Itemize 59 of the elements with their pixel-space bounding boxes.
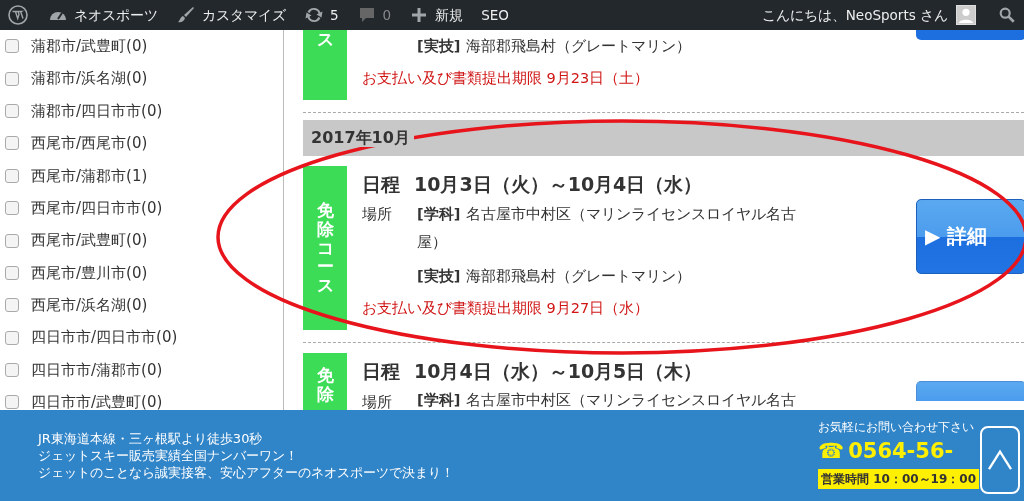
filter-label: 蒲郡市/武豊町(0) bbox=[31, 35, 148, 57]
filter-label: 西尾市/蒲郡市(1) bbox=[31, 165, 148, 187]
checkbox[interactable] bbox=[5, 103, 19, 118]
greeting-link[interactable]: こんにちは、NeoSports さん bbox=[761, 4, 948, 26]
banner-text: ジェットスキー販売実績全国ナンバーワン！ bbox=[38, 447, 298, 464]
filter-label: 西尾市/豊川市(0) bbox=[31, 262, 148, 284]
place-text: [学科] 名古屋市中村区（マリンライセンスロイヤル名古屋） bbox=[417, 205, 798, 253]
schedule-dates: 日程 10月3日（火）～10月4日（水） bbox=[362, 171, 704, 197]
checkbox[interactable] bbox=[5, 330, 19, 345]
scroll-top-button[interactable] bbox=[980, 426, 1020, 494]
toolbar-link[interactable]: ネオスポーツ bbox=[48, 4, 158, 26]
schedule-dates: 日程 10月4日（水）～10月5日（木） bbox=[362, 359, 704, 384]
toolbar-link[interactable]: 5 bbox=[304, 4, 339, 26]
course-tag: 免除コース bbox=[303, 165, 347, 331]
phone-icon: ☎ bbox=[818, 436, 845, 466]
wordpress-logo-icon[interactable] bbox=[8, 5, 28, 25]
filter-label: 西尾市/四日市市(0) bbox=[31, 197, 163, 219]
filter-label: 四日市市/蒲郡市(0) bbox=[31, 359, 163, 381]
checkbox[interactable] bbox=[5, 201, 19, 216]
checkbox[interactable] bbox=[5, 298, 19, 313]
checkbox[interactable] bbox=[5, 39, 19, 54]
toolbar-link[interactable]: 0 bbox=[356, 4, 392, 26]
toolbar-link[interactable]: SEO bbox=[481, 4, 509, 26]
deadline-text: お支払い及び書類提出期限 9月23日（土） bbox=[362, 69, 651, 88]
place-text: [実技] 海部郡飛島村（グレートマリン） bbox=[417, 267, 693, 287]
chevron-up-icon bbox=[986, 449, 1014, 471]
phone-number: 0564-56- bbox=[848, 438, 954, 465]
deadline-text: お支払い及び書類提出期限 9月27日（水） bbox=[362, 299, 651, 319]
filter-label: 蒲郡市/四日市市(0) bbox=[31, 100, 163, 122]
toolbar-link[interactable]: カスタマイズ bbox=[176, 4, 286, 26]
business-hours: 営業時間 10：00～19：00 bbox=[818, 469, 979, 489]
contact-lead: お気軽にお問い合わせ下さい bbox=[818, 419, 974, 436]
brush-icon bbox=[176, 5, 196, 25]
course-tag: ス bbox=[303, 30, 347, 100]
filter-label: 四日市市/四日市市(0) bbox=[31, 327, 178, 349]
month-header: 2017年10月 bbox=[311, 127, 414, 147]
checkbox[interactable] bbox=[5, 71, 19, 86]
checkbox[interactable] bbox=[5, 136, 19, 151]
checkbox[interactable] bbox=[5, 168, 19, 183]
place-label: 場所 bbox=[362, 392, 393, 412]
checkbox[interactable] bbox=[5, 395, 19, 410]
filter-label: 四日市市/武豊町(0) bbox=[31, 392, 163, 414]
banner-text: JR東海道本線・三ヶ根駅より徒歩30秒 bbox=[38, 430, 263, 447]
checkbox[interactable] bbox=[5, 265, 19, 280]
place-text: [実技] 海部郡飛島村（グレートマリン） bbox=[417, 37, 693, 56]
search-icon[interactable] bbox=[998, 6, 1016, 24]
avatar-icon[interactable] bbox=[956, 5, 976, 25]
checkbox[interactable] bbox=[5, 363, 19, 378]
filter-label: 蒲郡市/浜名湖(0) bbox=[31, 68, 148, 90]
banner-text: ジェットのことなら誠実接客、安心アフターのネオスポーツで決まり！ bbox=[38, 464, 454, 481]
detail-button[interactable] bbox=[916, 381, 1024, 402]
place-text: [学科] 名古屋市中村区（マリンライセンスロイヤル名古 bbox=[417, 390, 797, 410]
place-label: 場所 bbox=[362, 205, 393, 225]
filter-label: 西尾市/武豊町(0) bbox=[31, 230, 148, 252]
filter-label: 西尾市/浜名湖(0) bbox=[31, 295, 148, 317]
toolbar-link[interactable]: 新規 bbox=[409, 4, 464, 26]
refresh-icon bbox=[304, 5, 324, 25]
checkbox[interactable] bbox=[5, 233, 19, 248]
filter-label: 西尾市/西尾市(0) bbox=[31, 133, 148, 155]
